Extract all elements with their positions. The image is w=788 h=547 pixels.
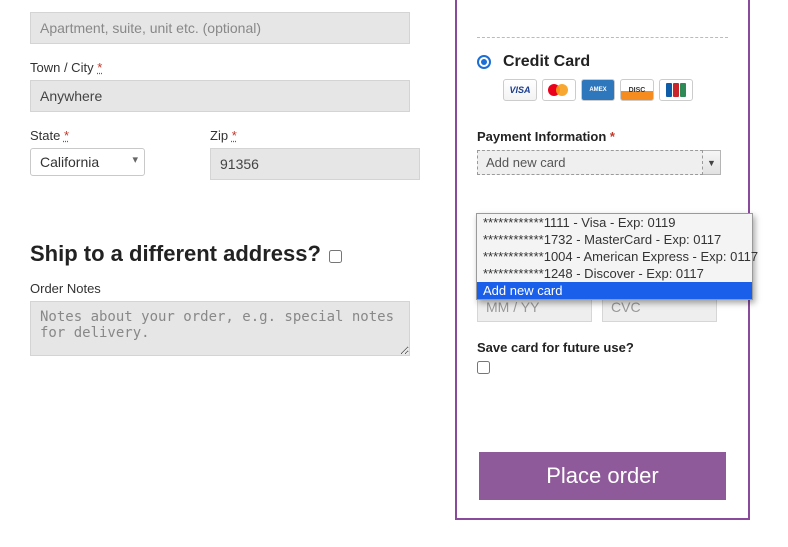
billing-form-section: Town / City * State * California Zip * S… bbox=[30, 12, 430, 359]
jcb-icon bbox=[659, 79, 693, 101]
required-asterisk: * bbox=[64, 128, 69, 143]
dropdown-option[interactable]: ************1004 - American Express - Ex… bbox=[477, 248, 752, 265]
panel-divider bbox=[477, 0, 728, 38]
saved-card-combobox[interactable]: ▼ bbox=[477, 150, 721, 175]
amex-icon: AMEX bbox=[581, 79, 615, 101]
dropdown-option[interactable]: ************1732 - MasterCard - Exp: 011… bbox=[477, 231, 752, 248]
order-notes-textarea[interactable] bbox=[30, 301, 410, 356]
dropdown-option[interactable]: ************1248 - Discover - Exp: 0117 bbox=[477, 265, 752, 282]
town-city-input[interactable] bbox=[30, 80, 410, 112]
dropdown-option-selected[interactable]: Add new card bbox=[477, 282, 752, 299]
save-card-row: Save card for future use? bbox=[477, 340, 728, 374]
saved-card-input[interactable] bbox=[477, 150, 703, 175]
radio-selected-icon bbox=[477, 55, 491, 69]
state-select-wrap: California bbox=[30, 148, 145, 176]
place-order-button[interactable]: Place order bbox=[479, 452, 726, 500]
discover-icon: DISC bbox=[620, 79, 654, 101]
ship-different-address-heading: Ship to a different address? bbox=[30, 241, 430, 267]
payment-information-label: Payment Information * bbox=[477, 129, 728, 144]
saved-card-dropdown[interactable]: ************1111 - Visa - Exp: 0119 ****… bbox=[476, 213, 753, 300]
apartment-input[interactable] bbox=[30, 12, 410, 44]
save-card-checkbox[interactable] bbox=[477, 361, 490, 374]
ship-different-address-checkbox[interactable] bbox=[329, 250, 342, 263]
visa-icon: VISA bbox=[503, 79, 537, 101]
chevron-down-icon: ▼ bbox=[707, 158, 716, 168]
required-asterisk: * bbox=[610, 129, 615, 144]
state-select[interactable]: California bbox=[30, 148, 145, 176]
card-brand-icons: VISA AMEX DISC bbox=[503, 79, 728, 101]
town-city-label: Town / City * bbox=[30, 60, 430, 75]
zip-label: Zip * bbox=[210, 128, 420, 143]
state-label: State * bbox=[30, 128, 180, 143]
mastercard-icon bbox=[542, 79, 576, 101]
required-asterisk: * bbox=[97, 60, 102, 75]
order-notes-label: Order Notes bbox=[30, 281, 430, 296]
combobox-toggle-button[interactable]: ▼ bbox=[703, 150, 721, 175]
zip-input[interactable] bbox=[210, 148, 420, 180]
required-asterisk: * bbox=[232, 128, 237, 143]
save-card-label: Save card for future use? bbox=[477, 340, 634, 355]
dropdown-option[interactable]: ************1111 - Visa - Exp: 0119 bbox=[477, 214, 752, 231]
credit-card-label: Credit Card bbox=[503, 53, 590, 71]
payment-method-credit-card[interactable]: Credit Card bbox=[477, 53, 728, 71]
